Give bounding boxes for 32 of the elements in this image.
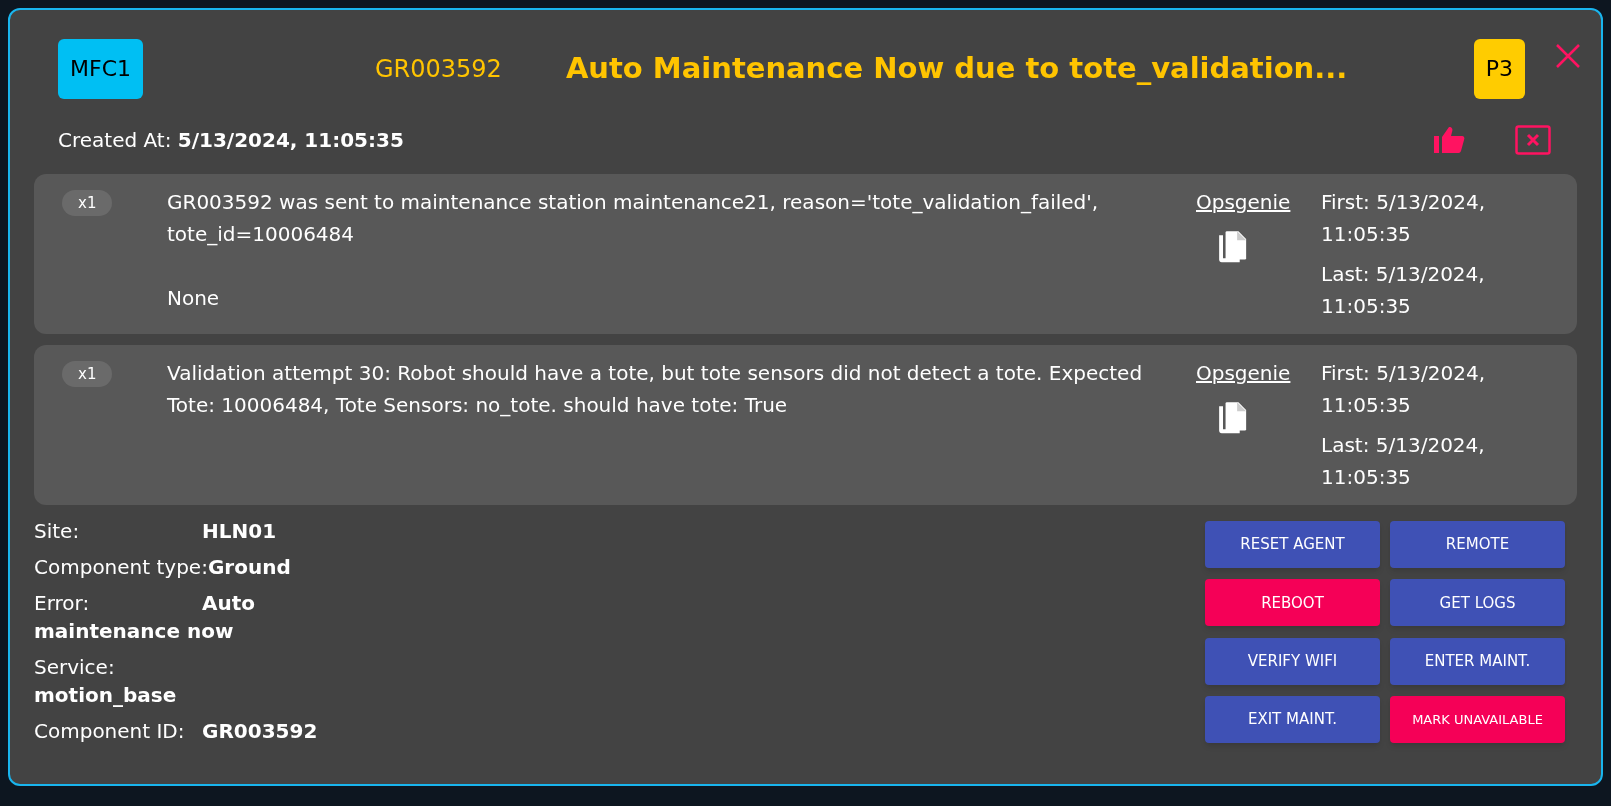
detail-row-text: Error: Auto maintenance now [34, 590, 257, 645]
detail-row-text: Site: HLN01 [34, 518, 278, 545]
action-button[interactable]: VERIFY WIFI [1205, 637, 1380, 685]
action-button[interactable]: RESET AGENT [1205, 521, 1380, 568]
action-button[interactable]: REBOOT [1205, 579, 1380, 627]
action-button[interactable]: EXIT MAINT. [1205, 695, 1380, 743]
action-button[interactable]: REMOTE [1390, 521, 1565, 568]
count-pill: x1 [62, 190, 113, 216]
first-seen: First: 5/13/2024, 11:05:35 [1321, 360, 1487, 419]
opsgenie-link[interactable]: Opsgenie [1196, 357, 1291, 389]
event-detail: None [167, 285, 221, 312]
priority-badge: P3 [1473, 39, 1525, 99]
event-message: GR003592 was sent to maintenance station maintenance21, reason='tote_validation_failed', tote_id=10006484 [167, 189, 1100, 248]
close-icon[interactable] [1555, 43, 1581, 69]
event-message: Validation attempt 30: Robot should have a tote, but tote sensors did not detect a tote. Expected Tote: 10006484, Tote Sensors: no_tote. should have tote: True [167, 360, 1144, 419]
action-button[interactable]: ENTER MAINT. [1390, 637, 1565, 685]
action-button[interactable]: MARK UNAVAILABLE [1390, 695, 1565, 743]
first-seen: First: 5/13/2024, 11:05:35 [1321, 189, 1487, 248]
robot-id: GR003592 [375, 54, 502, 85]
detail-row-text: Component type:Ground [34, 554, 292, 581]
last-seen: Last: 5/13/2024, 11:05:35 [1321, 432, 1486, 491]
site-chip: MFC1 [58, 39, 143, 99]
detail-row-text: Component ID: GR003592 [34, 718, 319, 745]
thumbs-up-icon[interactable] [1433, 126, 1465, 154]
created-at: Created At: 5/13/2024, 11:05:35 [58, 127, 404, 154]
alert-title: Auto Maintenance Now due to tote_validation... [565, 50, 1348, 88]
last-seen: Last: 5/13/2024, 11:05:35 [1321, 261, 1486, 320]
count-pill: x1 [62, 361, 113, 387]
opsgenie-link[interactable]: Opsgenie [1196, 186, 1291, 218]
action-button[interactable]: GET LOGS [1390, 579, 1565, 627]
dismiss-icon[interactable] [1515, 125, 1551, 155]
detail-row-text: Service: motion_base [34, 654, 178, 709]
